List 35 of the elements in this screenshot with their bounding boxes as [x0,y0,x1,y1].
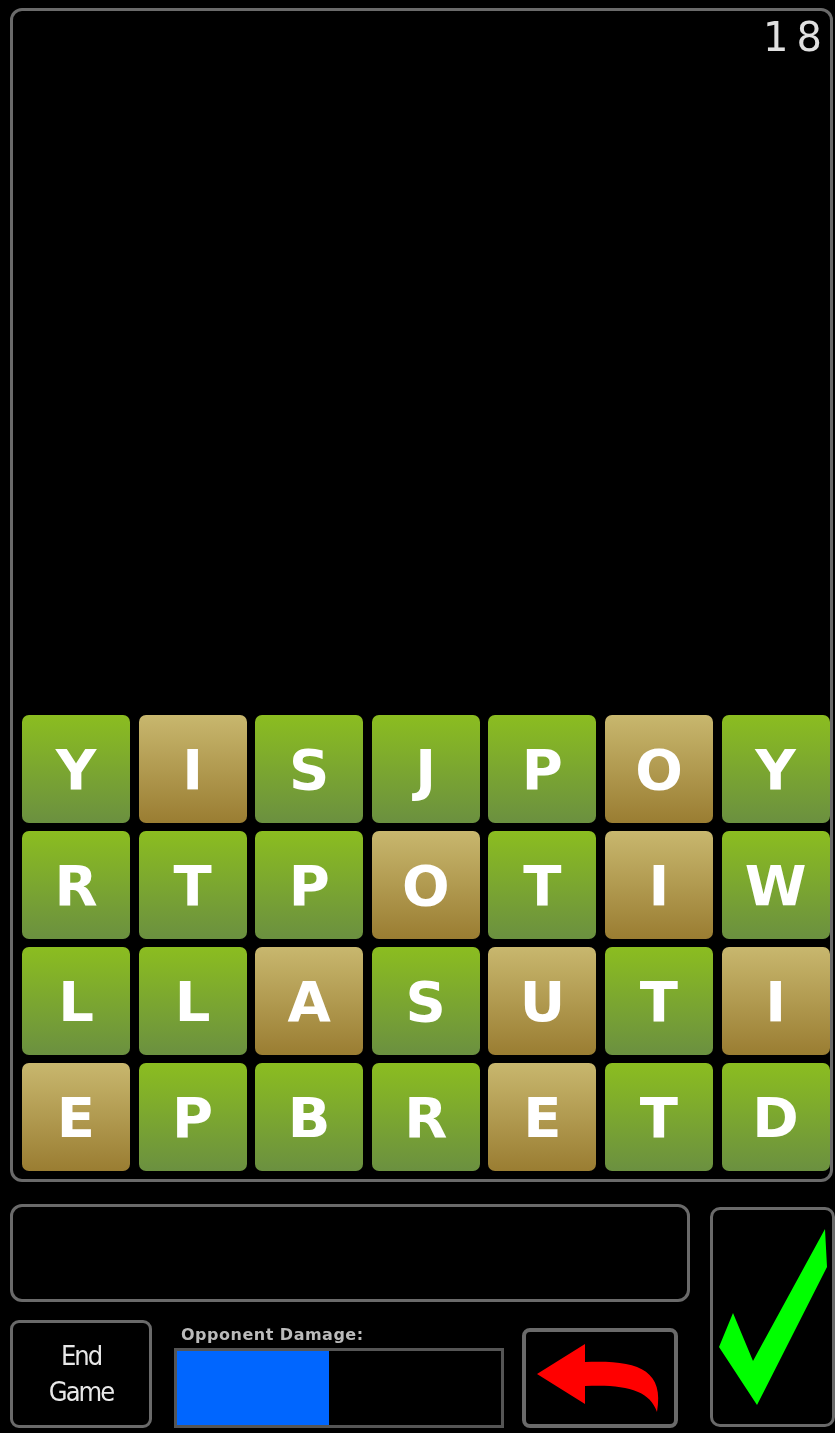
letter-tile[interactable]: O [371,831,480,939]
letter-tile[interactable]: E [488,1063,597,1171]
letter-tile[interactable]: P [138,1063,247,1171]
letter-tile[interactable]: L [138,947,247,1055]
undo-button[interactable] [522,1328,678,1428]
letter-tile[interactable]: T [488,831,597,939]
checkmark-icon [716,1227,829,1407]
submit-button[interactable] [710,1207,835,1427]
word-field[interactable] [10,1204,690,1302]
letter-tile[interactable]: R [22,831,130,939]
letter-tile[interactable]: I [604,831,713,939]
letter-tile[interactable]: T [604,947,713,1055]
letter-tile[interactable]: O [604,715,713,823]
letter-tile[interactable]: T [138,831,247,939]
letter-tile[interactable]: Y [22,715,130,823]
letter-tile[interactable]: U [488,947,597,1055]
letter-tile[interactable]: P [488,715,597,823]
letter-tile[interactable]: J [371,715,480,823]
letter-tile[interactable]: I [721,947,830,1055]
damage-label: Opponent Damage: [181,1325,365,1344]
letter-tile[interactable]: S [255,715,364,823]
letter-tile[interactable]: S [371,947,480,1055]
letter-tile[interactable]: T [604,1063,713,1171]
end-game-button[interactable]: End Game [10,1320,152,1428]
letter-tile[interactable]: E [22,1063,130,1171]
letter-tile[interactable]: W [721,831,830,939]
letter-tile[interactable]: R [371,1063,480,1171]
letter-tile[interactable]: L [22,947,130,1055]
letter-tile[interactable]: I [138,715,247,823]
letter-tile[interactable]: D [721,1063,830,1171]
letter-tile[interactable]: P [255,831,364,939]
letter-tile[interactable]: B [255,1063,364,1171]
score: 18 [763,15,830,59]
letter-tile[interactable]: Y [721,715,830,823]
letter-tile[interactable]: A [255,947,364,1055]
